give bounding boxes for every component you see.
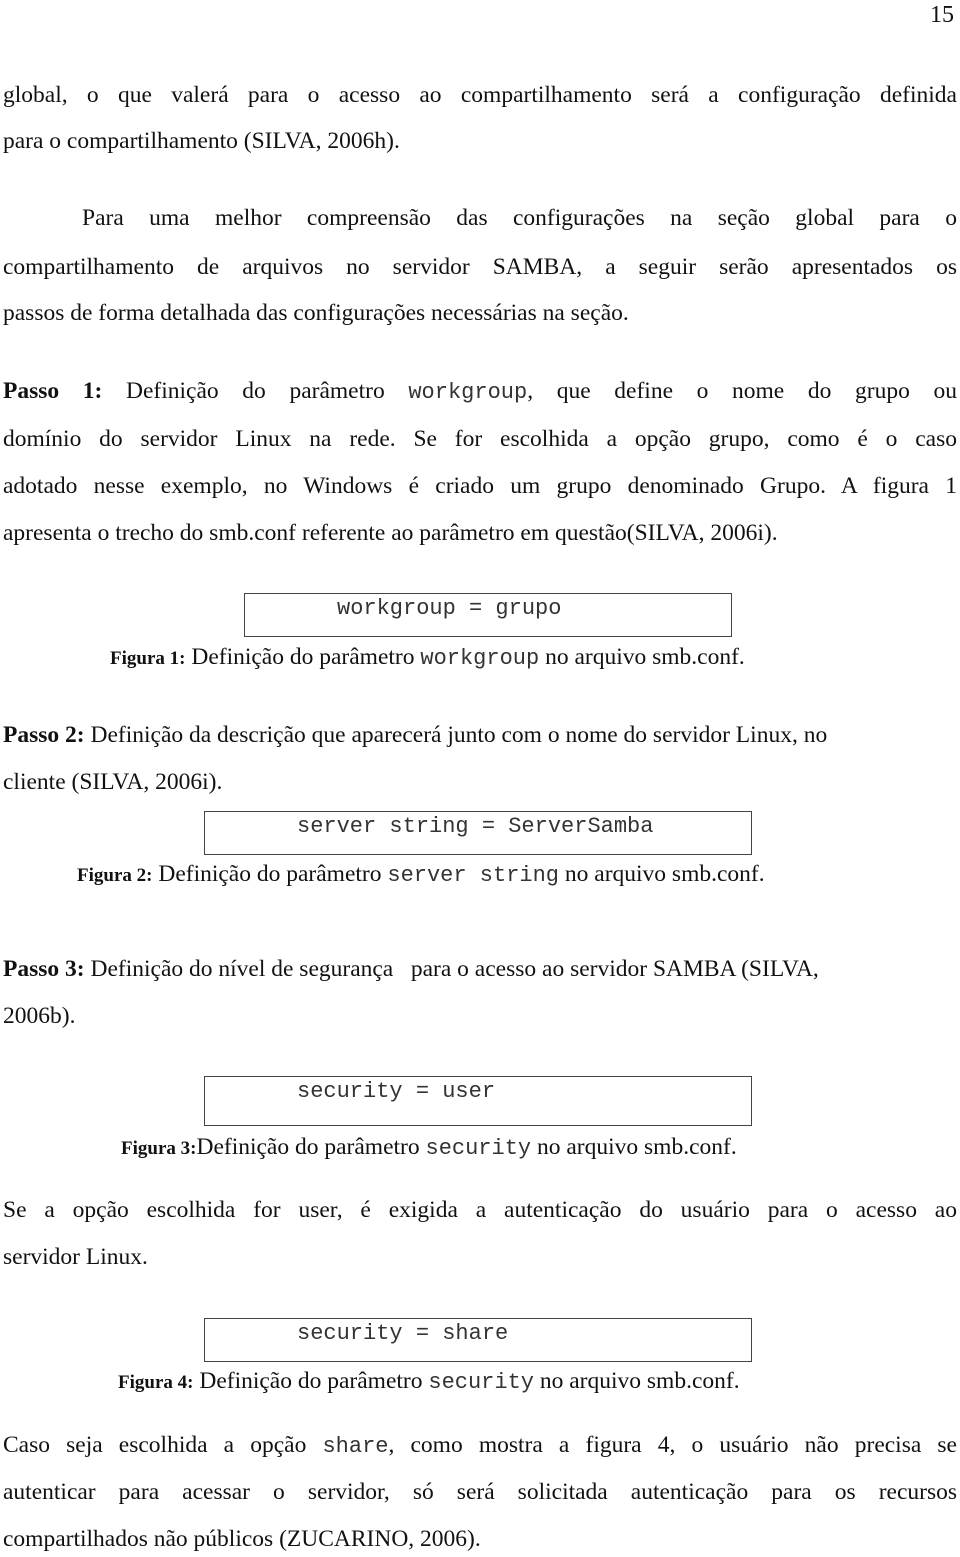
figure1-caption: Figura 1: Definição do parâmetro workgro… xyxy=(110,644,745,671)
figure-label: Figura 3: xyxy=(121,1138,197,1159)
figure3-caption: Figura 3:Definição do parâmetro security… xyxy=(121,1134,737,1161)
code-box-figure4: security = share xyxy=(204,1318,752,1362)
figure4-caption: Figura 4: Definição do parâmetro securit… xyxy=(118,1368,740,1395)
code-text: security = share xyxy=(297,1321,509,1346)
inline-code: share xyxy=(322,1434,389,1459)
inline-code: workgroup xyxy=(408,380,528,405)
figure-label: Figura 2: xyxy=(77,865,153,886)
paragraph-line: para o compartilhamento (SILVA, 2006h). xyxy=(3,128,400,154)
paragraph-line: 2006b). xyxy=(3,1003,76,1029)
paragraph-line: compartilhados não públicos (ZUCARINO, 2… xyxy=(3,1526,481,1552)
code-box-figure2: server string = ServerSamba xyxy=(204,811,752,855)
paragraph-line: servidor Linux. xyxy=(3,1244,148,1270)
paragraph-line: apresenta o trecho do smb.conf referente… xyxy=(3,520,778,546)
paragraph-line: compartilhamento de arquivos no servidor… xyxy=(3,254,957,280)
step-label: Passo 3: xyxy=(3,956,85,982)
code-text: server string = ServerSamba xyxy=(297,814,654,839)
paragraph-line: autenticar para acessar o servidor, só s… xyxy=(3,1479,957,1505)
step3-line1: Passo 3: Definição do nível de segurança… xyxy=(3,956,819,982)
code-text: security = user xyxy=(297,1079,496,1104)
paragraph-line: global, o que valerá para o acesso ao co… xyxy=(3,82,957,108)
share-line1: Caso seja escolhida a opção share, como … xyxy=(3,1432,957,1459)
figure-label: Figura 4: xyxy=(118,1372,194,1393)
page-number: 15 xyxy=(930,2,954,28)
paragraph-line: cliente (SILVA, 2006i). xyxy=(3,769,223,795)
paragraph-line: Se a opção escolhida for user, é exigida… xyxy=(3,1197,957,1223)
figure-label: Figura 1: xyxy=(110,648,186,669)
code-text: workgroup = grupo xyxy=(337,596,562,621)
paragraph-line: Para uma melhor compreensão das configur… xyxy=(82,205,957,231)
paragraph-line: adotado nesse exemplo, no Windows é cria… xyxy=(3,473,957,499)
paragraph-line: domínio do servidor Linux na rede. Se fo… xyxy=(3,426,957,452)
code-box-figure1: workgroup = grupo xyxy=(244,593,732,637)
step-label: Passo 1: xyxy=(3,378,103,404)
figure2-caption: Figura 2: Definição do parâmetro server … xyxy=(77,861,765,888)
step1-line1: Passo 1: Definição do parâmetro workgrou… xyxy=(3,378,957,405)
code-box-figure3: security = user xyxy=(204,1076,752,1126)
paragraph-line: passos de forma detalhada das configuraç… xyxy=(3,300,629,326)
step-label: Passo 2: xyxy=(3,722,85,748)
step2-line1: Passo 2: Definição da descrição que apar… xyxy=(3,722,828,748)
